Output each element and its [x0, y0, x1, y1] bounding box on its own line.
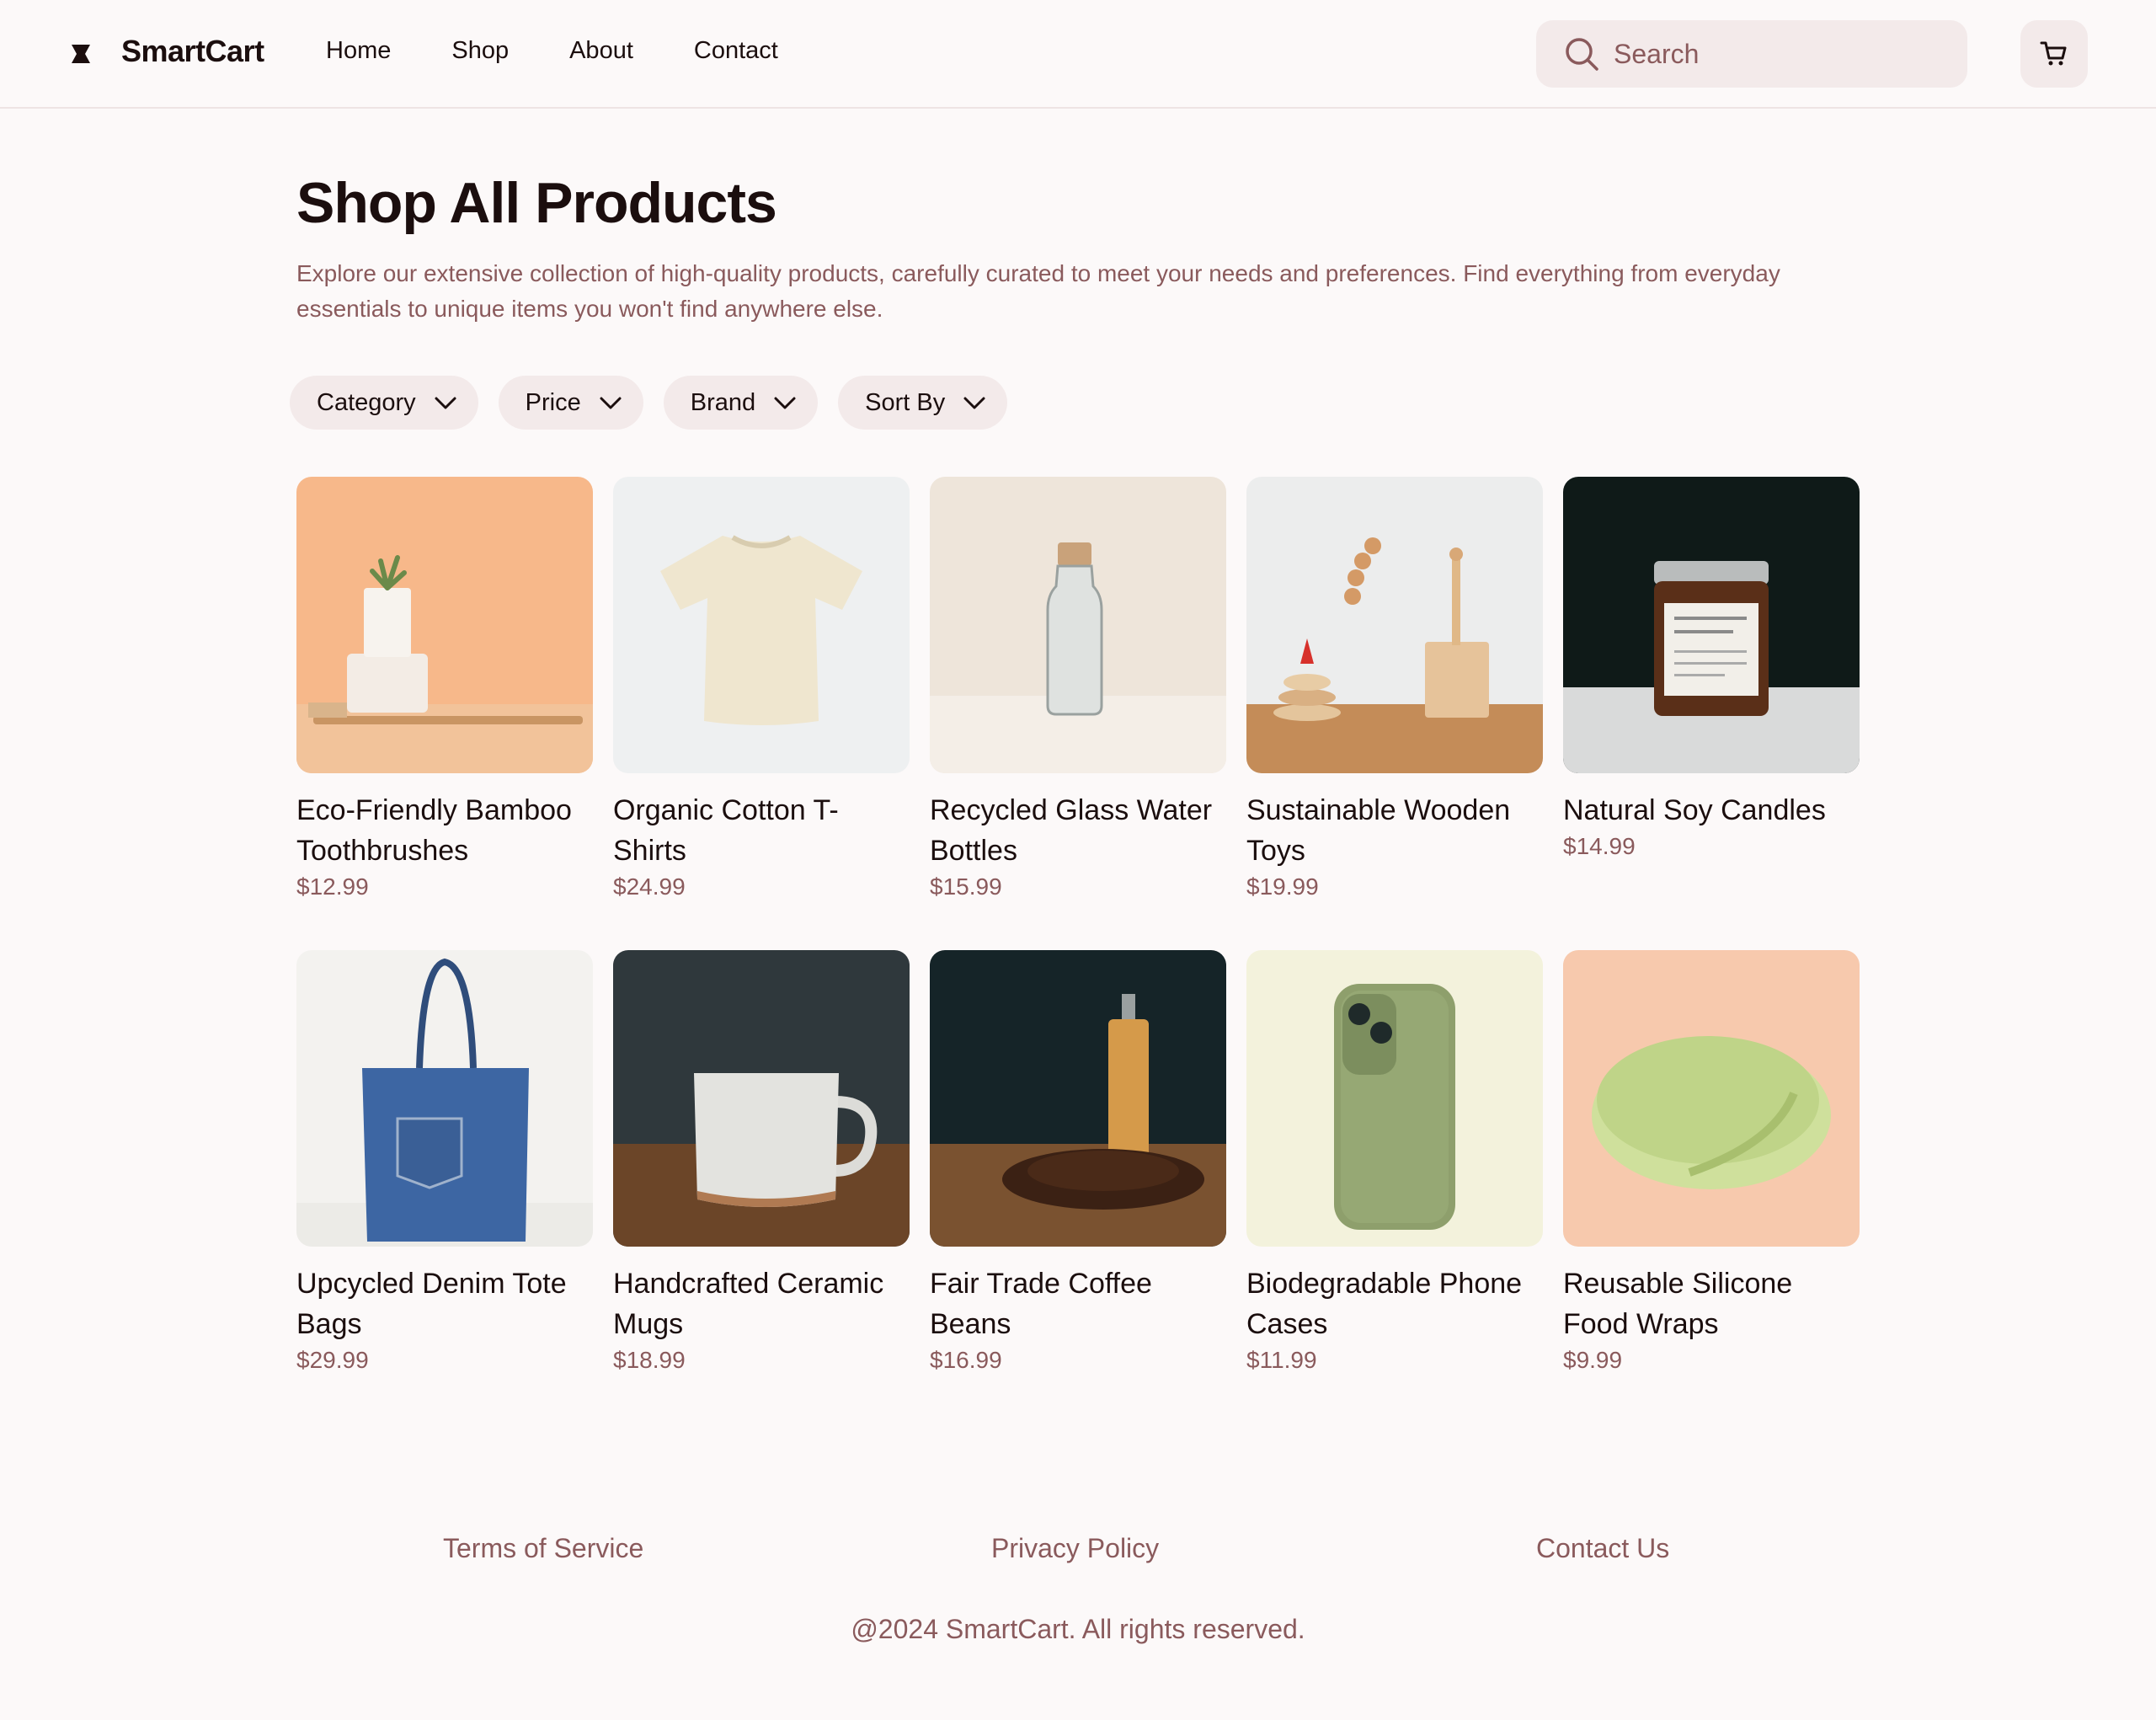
- filter-bar: Category Price Brand Sort By: [290, 376, 1008, 430]
- product-name[interactable]: Upcycled Denim Tote Bags: [296, 1263, 593, 1344]
- chevron-down-icon: [600, 397, 622, 409]
- top-header: SmartCart Home Shop About Contact: [0, 0, 2156, 109]
- product-price: $16.99: [930, 1347, 1002, 1373]
- product-card[interactable]: Handcrafted Ceramic Mugs $18.99: [613, 950, 910, 1376]
- filter-label: Category: [317, 388, 416, 416]
- product-image[interactable]: [296, 950, 593, 1247]
- product-card[interactable]: Biodegradable Phone Cases $11.99: [1246, 950, 1543, 1376]
- nav-contact[interactable]: Contact: [694, 37, 778, 65]
- chevron-down-icon: [963, 397, 985, 409]
- product-image[interactable]: [1246, 477, 1543, 773]
- filter-label: Sort By: [865, 388, 946, 416]
- footer-contact-link[interactable]: Contact Us: [1536, 1533, 1669, 1564]
- footer-terms-link[interactable]: Terms of Service: [443, 1533, 643, 1564]
- filter-price-button[interactable]: Price: [498, 376, 643, 430]
- product-card[interactable]: Sustainable Wooden Toys $19.99: [1246, 477, 1543, 903]
- chevron-down-icon: [435, 397, 456, 409]
- product-price: $11.99: [1246, 1347, 1317, 1373]
- filter-category-button[interactable]: Category: [290, 376, 478, 430]
- product-card[interactable]: Natural Soy Candles $14.99: [1563, 477, 1860, 863]
- product-price: $15.99: [930, 873, 1002, 900]
- search-input[interactable]: [1614, 38, 1951, 70]
- cart-button[interactable]: [2020, 20, 2088, 88]
- product-name[interactable]: Natural Soy Candles: [1563, 790, 1860, 831]
- shopping-cart-icon: [2040, 41, 2067, 66]
- page-description: Explore our extensive collection of high…: [296, 260, 1780, 322]
- logo-icon[interactable]: [69, 42, 93, 66]
- product-name[interactable]: Biodegradable Phone Cases: [1246, 1263, 1543, 1344]
- product-price: $18.99: [613, 1347, 686, 1373]
- product-image[interactable]: [296, 477, 593, 773]
- search-icon: [1566, 38, 1598, 71]
- page-title: Shop All Products: [296, 171, 777, 235]
- product-price: $29.99: [296, 1347, 369, 1373]
- product-image[interactable]: [1563, 950, 1860, 1247]
- product-card[interactable]: Eco-Friendly Bamboo Toothbrushes $12.99: [296, 477, 593, 903]
- product-card[interactable]: Fair Trade Coffee Beans $16.99: [930, 950, 1226, 1376]
- product-image[interactable]: [1563, 477, 1860, 773]
- sort-by-button[interactable]: Sort By: [838, 376, 1008, 430]
- filter-label: Brand: [690, 388, 756, 416]
- product-image[interactable]: [613, 477, 910, 773]
- product-image[interactable]: [613, 950, 910, 1247]
- product-image[interactable]: [1246, 950, 1543, 1247]
- search-box: [1536, 20, 1967, 88]
- product-price: $12.99: [296, 873, 369, 900]
- product-image[interactable]: [930, 477, 1226, 773]
- brand-name[interactable]: SmartCart: [121, 34, 264, 69]
- product-name[interactable]: Sustainable Wooden Toys: [1246, 790, 1543, 871]
- product-price: $24.99: [613, 873, 686, 900]
- product-card[interactable]: Reusable Silicone Food Wraps $9.99: [1563, 950, 1860, 1376]
- chevron-down-icon: [774, 397, 796, 409]
- filter-brand-button[interactable]: Brand: [663, 376, 819, 430]
- filter-label: Price: [525, 388, 581, 416]
- nav-home[interactable]: Home: [326, 37, 391, 65]
- nav-shop[interactable]: Shop: [451, 37, 509, 65]
- nav-about[interactable]: About: [569, 37, 633, 65]
- product-name[interactable]: Handcrafted Ceramic Mugs: [613, 1263, 910, 1344]
- product-name[interactable]: Organic Cotton T-Shirts: [613, 790, 910, 871]
- product-card[interactable]: Recycled Glass Water Bottles $15.99: [930, 477, 1226, 903]
- product-name[interactable]: Recycled Glass Water Bottles: [930, 790, 1226, 871]
- product-image[interactable]: [930, 950, 1226, 1247]
- product-card[interactable]: Organic Cotton T-Shirts $24.99: [613, 477, 910, 903]
- footer-privacy-link[interactable]: Privacy Policy: [991, 1533, 1159, 1564]
- main-nav: Home Shop About Contact: [326, 37, 839, 65]
- product-price: $9.99: [1563, 1347, 1623, 1373]
- product-card[interactable]: Upcycled Denim Tote Bags $29.99: [296, 950, 593, 1376]
- product-name[interactable]: Fair Trade Coffee Beans: [930, 1263, 1226, 1344]
- copyright-text: @2024 SmartCart. All rights reserved.: [851, 1614, 1305, 1644]
- product-name[interactable]: Reusable Silicone Food Wraps: [1563, 1263, 1860, 1344]
- product-name[interactable]: Eco-Friendly Bamboo Toothbrushes: [296, 790, 593, 871]
- product-price: $19.99: [1246, 873, 1319, 900]
- product-price: $14.99: [1563, 833, 1636, 859]
